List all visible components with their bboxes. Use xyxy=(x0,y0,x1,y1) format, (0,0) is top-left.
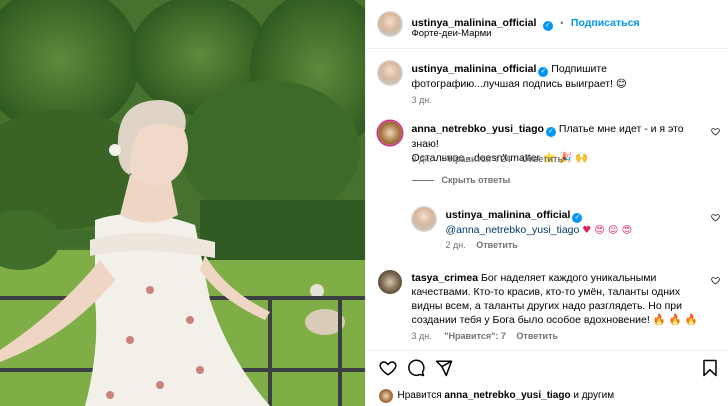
comment-username[interactable]: tasya_crimea xyxy=(412,272,479,284)
post-location[interactable]: Форте-деи-Марми xyxy=(412,28,492,39)
like-heart-icon[interactable] xyxy=(378,359,397,377)
reply-button[interactable]: Ответить xyxy=(516,331,558,341)
verified-icon: ✓ xyxy=(545,127,556,137)
reply-button[interactable]: Ответить xyxy=(521,154,563,164)
comment-like-heart-icon[interactable] xyxy=(711,127,720,136)
reply-meta: 2 дн. Ответить xyxy=(446,240,518,250)
comment-1-meta: 3 дн. "Нравится": 24 Ответить xyxy=(412,154,564,164)
post-photo[interactable] xyxy=(0,0,365,406)
likes-summary: Нравится anna_netrebko_yusi_tiago и друг… xyxy=(398,389,615,403)
comment-bubble-icon[interactable] xyxy=(407,359,425,377)
comment-avatar[interactable] xyxy=(377,121,402,145)
comment-body-line4: создании тебя у Бога было особое вдохнов… xyxy=(411,314,698,326)
liker-username[interactable]: anna_netrebko_yusi_tiago xyxy=(444,390,570,401)
replies-divider xyxy=(411,180,434,181)
likes-prefix: Нравится xyxy=(397,390,442,401)
photo-illustration xyxy=(0,0,365,406)
post-side-panel: ustinya_malinina_official ✓ • Подписатьс… xyxy=(364,0,728,406)
post-header: ustinya_malinina_official ✓ • Подписатьс… xyxy=(365,0,728,49)
likes-suffix[interactable]: и другим xyxy=(573,390,614,401)
reply-avatar[interactable] xyxy=(411,207,436,231)
post-viewer: ustinya_malinina_official ✓ • Подписатьс… xyxy=(0,0,728,406)
follow-button[interactable]: Подписаться xyxy=(571,17,640,29)
comment-body-line3: видны всем, а таланты других надо разгля… xyxy=(411,300,683,312)
comment-like-heart-icon[interactable] xyxy=(711,276,720,285)
verified-icon: ✓ xyxy=(538,67,549,77)
liker-avatar[interactable] xyxy=(378,389,393,403)
reply-username[interactable]: ustinya_malinina_official xyxy=(446,209,571,221)
comment-time: 3 дн. xyxy=(411,331,432,341)
comment-2-text: tasya_crimea Бог наделяет каждого уникал… xyxy=(412,271,712,327)
actions-divider xyxy=(365,350,728,351)
verified-icon: ✓ xyxy=(572,213,583,223)
reply-mention[interactable]: @anna_netrebko_yusi_tiago xyxy=(446,224,580,236)
reply-button[interactable]: Ответить xyxy=(476,240,518,250)
hide-replies-button[interactable]: Скрыть ответы xyxy=(442,175,511,185)
reply-time: 2 дн. xyxy=(445,240,466,250)
comment-body-line1: Бог наделяет каждого уникальными xyxy=(480,272,657,284)
comment-likes[interactable]: "Нравится": 7 xyxy=(444,331,506,341)
verified-icon: ✓ xyxy=(542,21,553,31)
reply-text: ustinya_malinina_official ✓ @anna_netrebk… xyxy=(446,208,706,238)
comment-likes[interactable]: "Нравится": 24 xyxy=(444,154,511,164)
comment-2-meta: 3 дн. "Нравится": 7 Ответить xyxy=(412,331,559,341)
reply-like-heart-icon[interactable] xyxy=(711,213,720,222)
comment-username[interactable]: anna_netrebko_yusi_tiago xyxy=(412,123,544,135)
share-send-icon[interactable] xyxy=(435,359,453,377)
bookmark-icon[interactable] xyxy=(701,359,719,377)
comment-avatar[interactable] xyxy=(377,270,402,294)
caption-text-block: ustinya_malinina_official ✓ Подпишите фот… xyxy=(412,62,712,91)
reply-emojis: ♥ 😍 ☺ 😍 xyxy=(582,225,633,236)
comment-body-line2: качествами. Кто-то красив, кто-то умён, … xyxy=(411,286,681,298)
caption-time: 3 дн. xyxy=(411,95,432,105)
caption-avatar[interactable] xyxy=(377,61,402,85)
caption-username[interactable]: ustinya_malinina_official xyxy=(412,63,537,75)
author-avatar[interactable] xyxy=(377,12,402,36)
comment-time: 3 дн. xyxy=(411,154,432,164)
header-separator: • xyxy=(560,18,564,28)
